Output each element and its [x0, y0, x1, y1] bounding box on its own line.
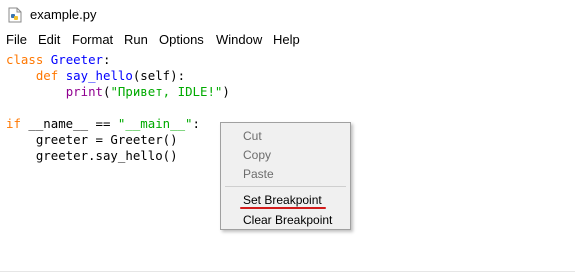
- keyword-def: def: [35, 68, 59, 83]
- keyword-class: class: [6, 52, 44, 67]
- menu-bar: File Edit Format Run Options Window Help: [0, 30, 575, 50]
- string-main: "__main__": [117, 116, 193, 131]
- menu-item-set-breakpoint[interactable]: Set Breakpoint: [243, 193, 322, 207]
- title-bar: example.py: [0, 0, 575, 30]
- code-colon-2: :: [192, 116, 200, 131]
- code-line-2: def say_hello(self):: [6, 68, 185, 84]
- string-literal: "Привет, IDLE!": [110, 84, 223, 99]
- python-file-icon: [8, 7, 22, 23]
- paren-close: ): [222, 84, 230, 99]
- function-params: (self):: [132, 68, 186, 83]
- builtin-print: print: [65, 84, 103, 99]
- function-name: say_hello: [65, 68, 133, 83]
- status-divider: [0, 271, 575, 272]
- keyword-if: if: [6, 116, 21, 131]
- condition-expression: __name__ ==: [20, 116, 118, 131]
- highlight-underline: [240, 207, 326, 209]
- menu-help[interactable]: Help: [273, 32, 300, 48]
- code-colon: :: [103, 52, 111, 67]
- context-menu: Cut Copy Paste Set Breakpoint Clear Brea…: [220, 122, 351, 230]
- menu-item-clear-breakpoint[interactable]: Clear Breakpoint: [243, 213, 332, 227]
- class-name: Greeter: [50, 52, 103, 67]
- menu-item-cut[interactable]: Cut: [243, 129, 262, 143]
- code-line-1: class Greeter:: [6, 52, 110, 68]
- code-line-3: print("Привет, IDLE!"): [6, 84, 230, 100]
- menu-item-copy[interactable]: Copy: [243, 148, 271, 162]
- code-line-7: greeter.say_hello(): [6, 148, 178, 163]
- menu-options[interactable]: Options: [159, 32, 204, 48]
- menu-item-paste[interactable]: Paste: [243, 167, 274, 181]
- menu-edit[interactable]: Edit: [38, 32, 60, 48]
- menu-file[interactable]: File: [6, 32, 27, 48]
- menu-window[interactable]: Window: [216, 32, 262, 48]
- menu-run[interactable]: Run: [124, 32, 148, 48]
- code-line-6: greeter = Greeter(): [6, 132, 178, 147]
- window-title: example.py: [30, 7, 97, 22]
- menu-separator: [225, 186, 346, 187]
- code-line-5: if __name__ == "__main__":: [6, 116, 200, 132]
- menu-format[interactable]: Format: [72, 32, 113, 48]
